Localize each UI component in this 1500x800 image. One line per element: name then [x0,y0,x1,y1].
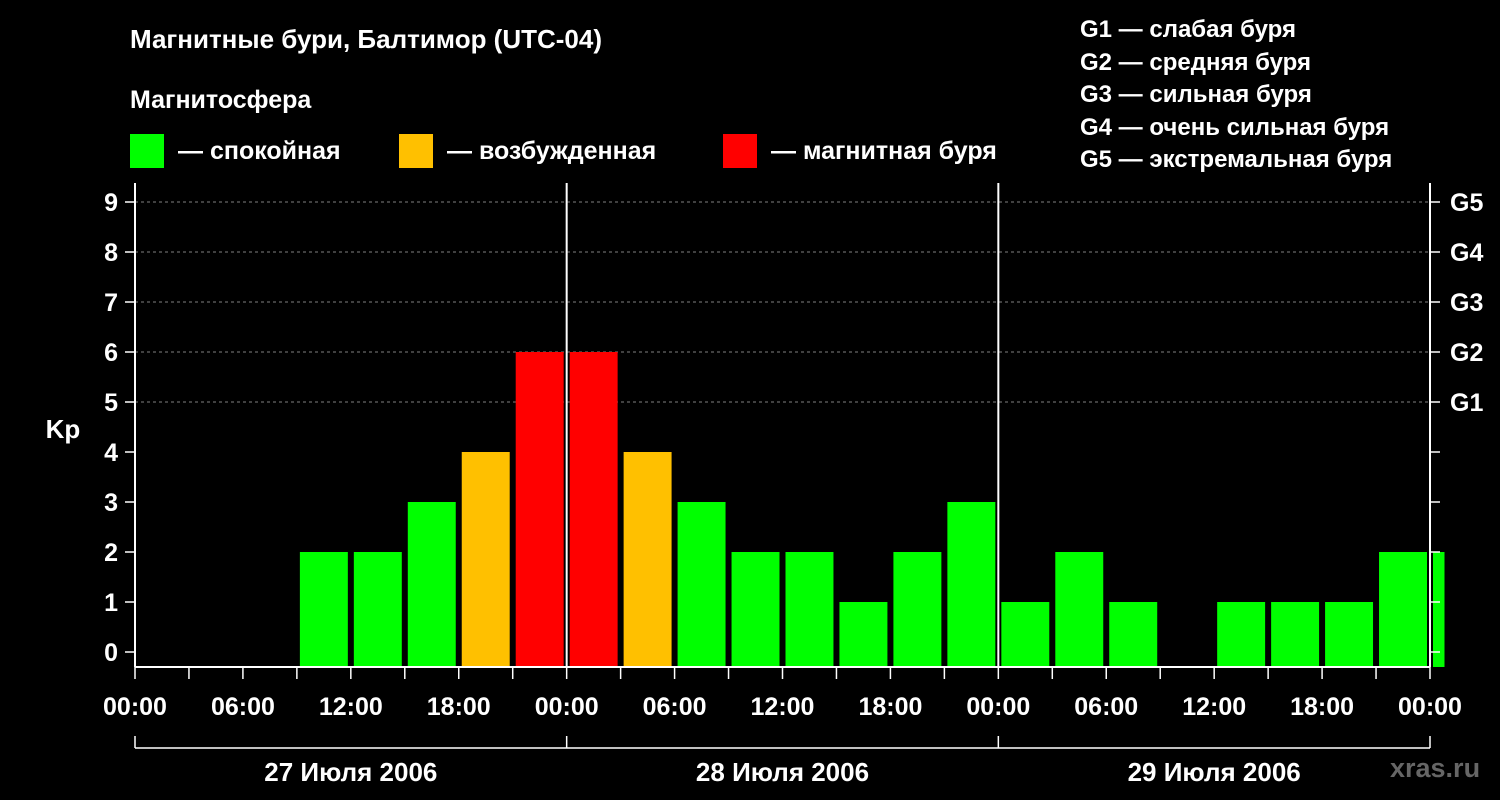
y-tick-label: 2 [104,539,118,567]
storm-level-label: G2 [1450,339,1483,367]
kp-bar [1217,602,1266,667]
y-tick-label: 9 [104,189,118,217]
kp-bar [407,502,456,667]
kp-bar [1379,552,1427,667]
kp-bar [1433,552,1445,667]
y-tick-label: 3 [104,489,118,517]
y-tick-label: 0 [104,639,118,667]
kp-bar [569,352,618,667]
day-label: 28 Июля 2006 [696,757,869,787]
kp-bar [1271,602,1320,667]
kp-bar [623,452,672,667]
kp-bar [461,452,510,667]
kp-bars [299,352,1445,667]
storm-level-label: G5 [1450,189,1483,217]
kp-bar [677,502,726,667]
y-tick-label: 4 [104,439,118,467]
day-label: 27 Июля 2006 [264,757,437,787]
x-tick-label: 18:00 [1290,693,1354,721]
x-tick-label: 00:00 [535,693,599,721]
y-tick-label: 5 [104,389,118,417]
x-tick-label: 00:00 [103,693,167,721]
x-tick-label: 18:00 [427,693,491,721]
kp-bar [353,552,402,667]
kp-bar [515,352,564,667]
kp-bar [839,602,888,667]
storm-level-label: G3 [1450,289,1483,317]
x-tick-label: 12:00 [1182,693,1246,721]
kp-bar [785,552,834,667]
watermark: xras.ru [1390,753,1481,783]
x-tick-label: 00:00 [1398,693,1462,721]
x-tick-label: 06:00 [1074,693,1138,721]
x-tick-label: 12:00 [751,693,815,721]
x-tick-label: 06:00 [211,693,275,721]
axes: 0 1 2 3 4 5 6 7 8 9 G1 G2 G3 G4 G5 00:00 06:00 12:00 18:00… [103,183,1483,787]
y-tick-label: 7 [104,289,118,317]
kp-bar [1001,602,1050,667]
gridlines [135,201,1430,403]
y-tick-label: 6 [104,339,118,367]
kp-bar [893,552,942,667]
day-label: 29 Июля 2006 [1128,757,1301,787]
kp-bar [299,552,348,667]
x-tick-label: 12:00 [319,693,383,721]
y-tick-label: 8 [104,239,118,267]
kp-chart: 0 1 2 3 4 5 6 7 8 9 G1 G2 G3 G4 G5 00:00 06:00 12:00 18:00… [46,183,1483,787]
kp-bar [731,552,780,667]
x-tick-label: 18:00 [858,693,922,721]
x-tick-label: 00:00 [966,693,1030,721]
kp-bar [947,502,996,667]
y-tick-label: 1 [104,589,118,617]
kp-bar [1325,602,1374,667]
storm-level-label: G4 [1450,239,1483,267]
kp-bar [1055,552,1104,667]
y-axis-label: Kp [46,414,81,444]
kp-bar [1109,602,1158,667]
storm-level-label: G1 [1450,389,1483,417]
x-tick-label: 06:00 [643,693,707,721]
